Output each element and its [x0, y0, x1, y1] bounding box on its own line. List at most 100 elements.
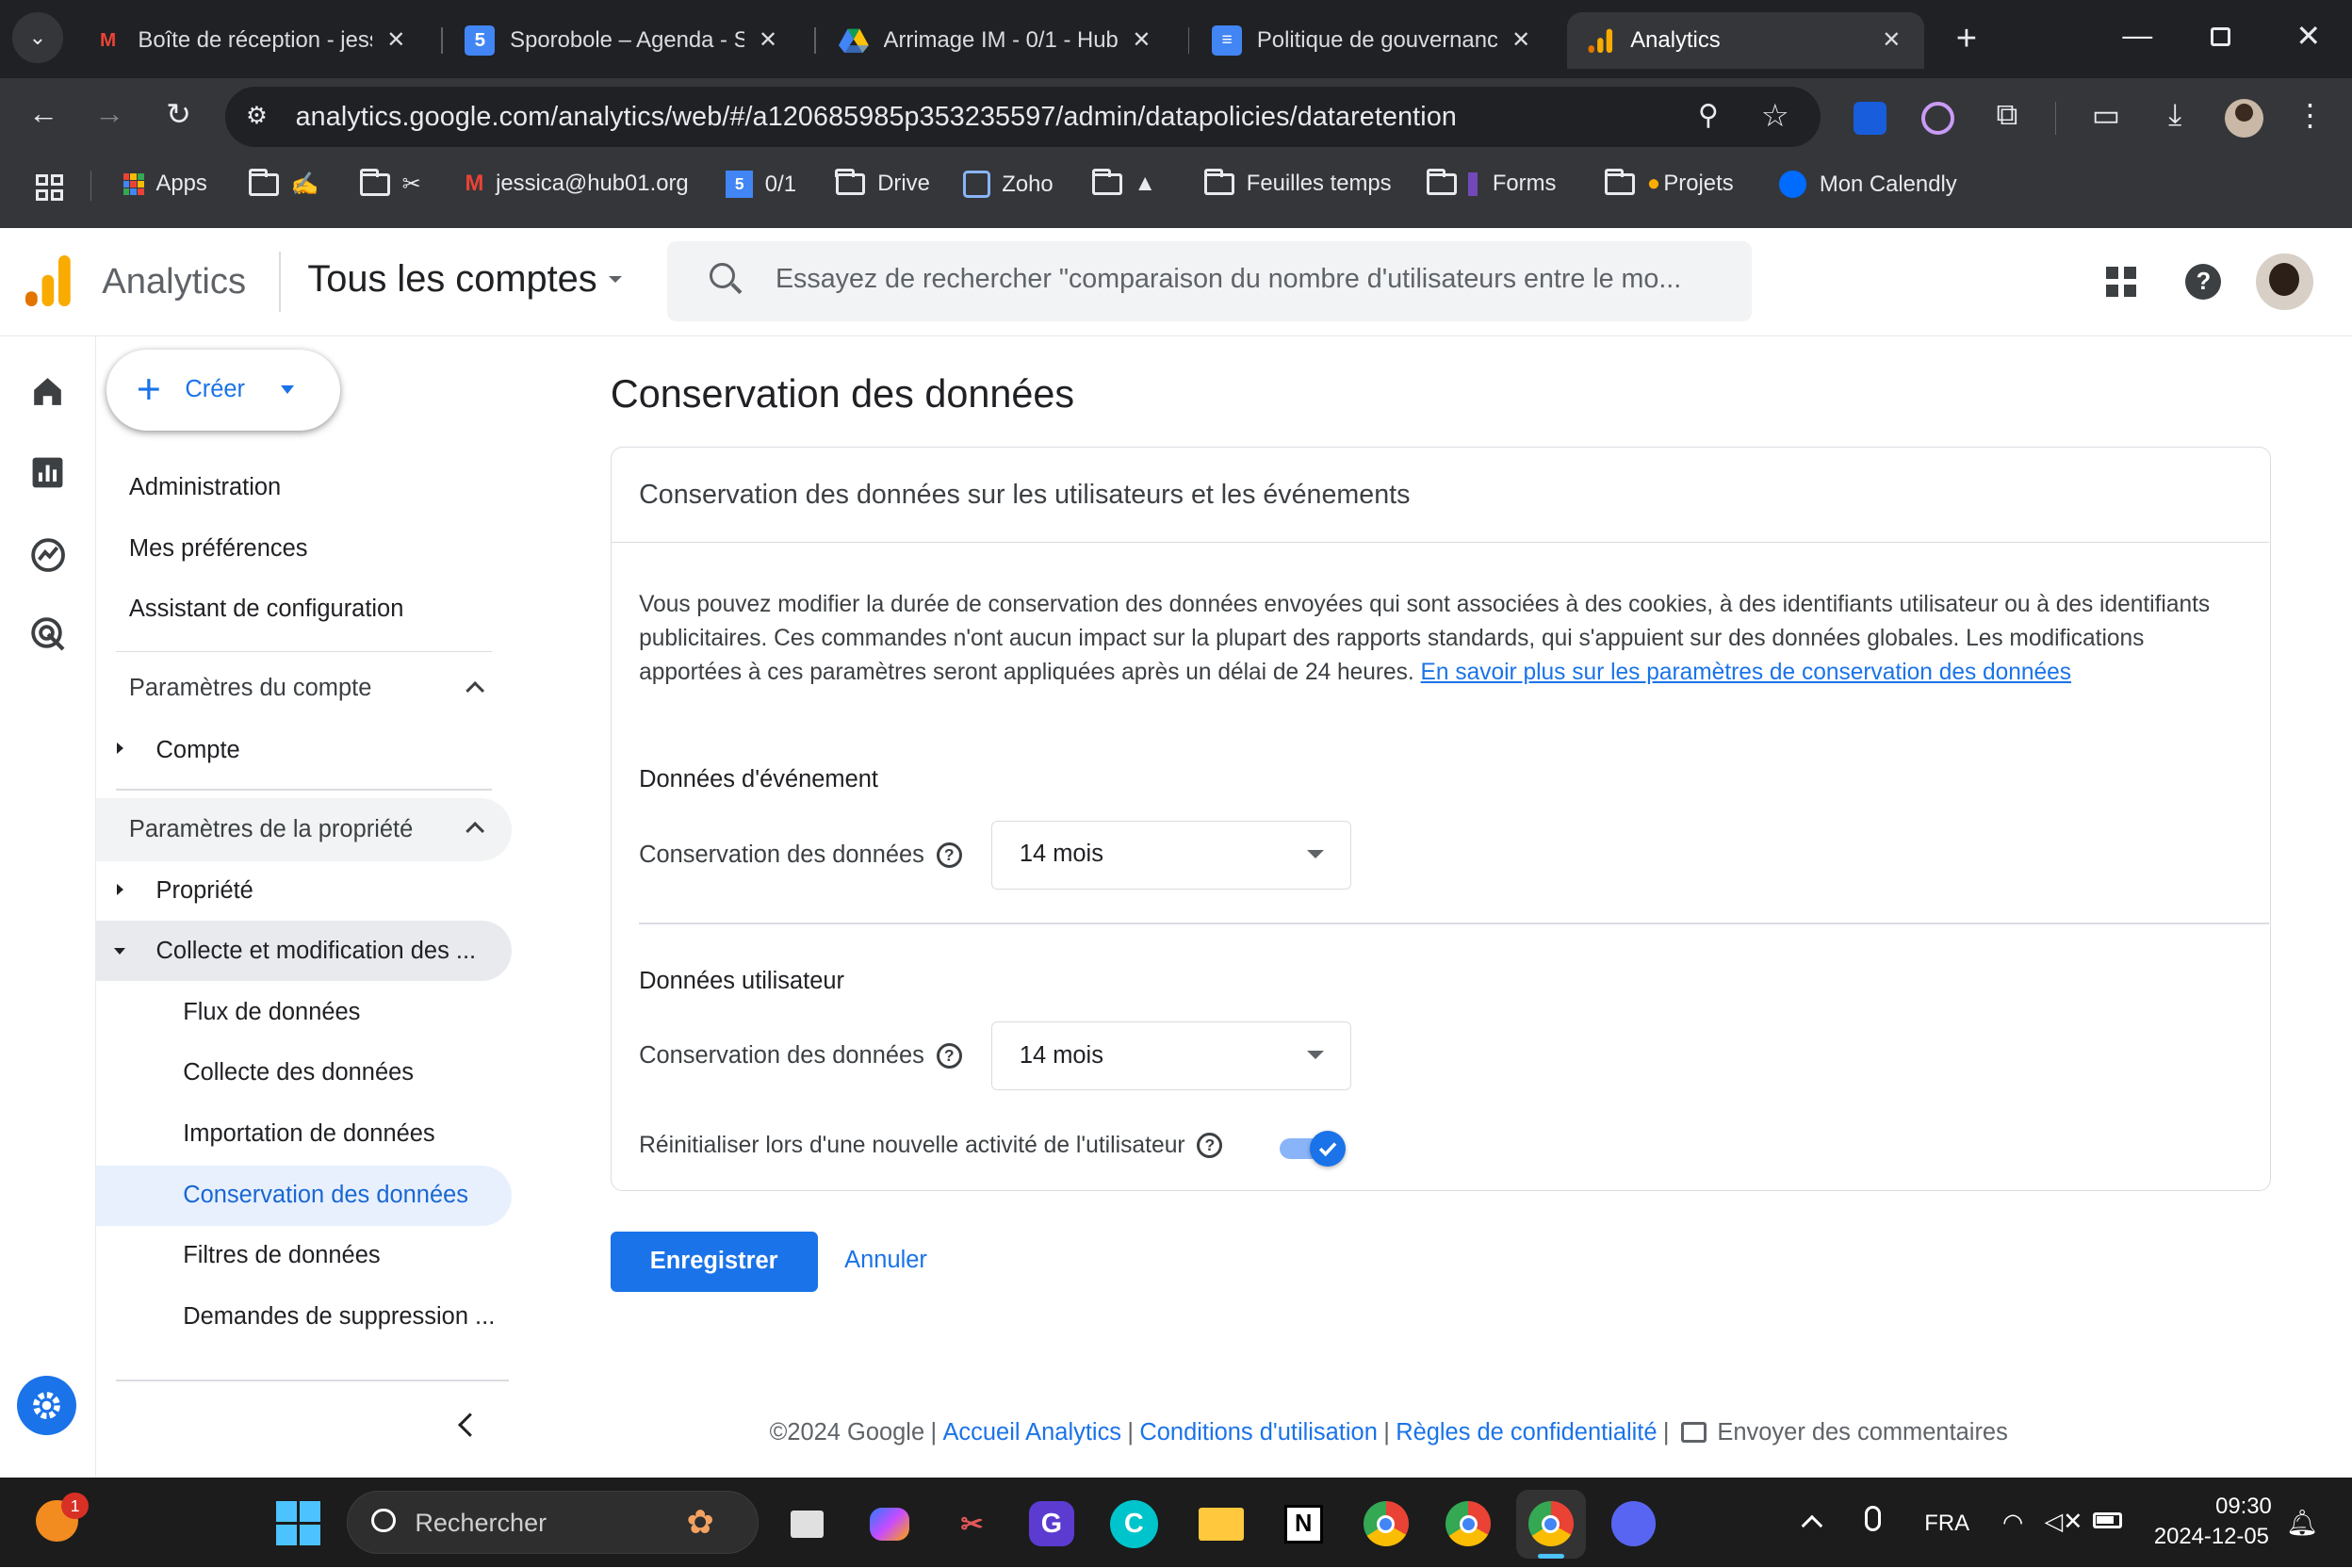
browser-tab-drive[interactable]: Arrimage IM - 0/1 - Hub ✕ [821, 12, 1175, 69]
sidebar-item-setup-assistant[interactable]: Assistant de configuration [129, 596, 403, 623]
cast-icon[interactable]: ▭ [2088, 97, 2124, 133]
sidebar-item-data-import[interactable]: Importation de données [183, 1120, 434, 1148]
discord-icon[interactable] [1607, 1497, 1660, 1551]
notion-icon[interactable]: N [1277, 1497, 1331, 1551]
sidebar-item-data-streams[interactable]: Flux de données [183, 999, 360, 1026]
save-button[interactable]: Enregistrer [610, 1231, 818, 1292]
analytics-logo-icon[interactable] [25, 254, 71, 313]
extensions-icon[interactable]: ⧉ [1989, 97, 2025, 133]
event-retention-select[interactable]: 14 mois [991, 820, 1352, 890]
site-info-icon[interactable]: ⚙ [246, 102, 268, 130]
chevron-up-icon[interactable] [465, 680, 484, 701]
bookmark-forms[interactable]: Forms [1426, 168, 1556, 197]
bookmark-folder-1[interactable]: ✍ [249, 169, 319, 198]
footer-link-privacy[interactable]: Règles de confidentialité [1396, 1419, 1657, 1446]
bookmark-calendar[interactable]: 5 0/1 [726, 171, 796, 199]
clock-time[interactable]: 09:30 [2215, 1494, 2272, 1520]
user-avatar[interactable] [2256, 253, 2313, 311]
file-explorer-icon[interactable] [1194, 1497, 1248, 1551]
sidebar-item-preferences[interactable]: Mes préférences [129, 535, 308, 563]
browser-tab-gmail[interactable]: M Boîte de réception - jessica@hub01.org… [75, 12, 430, 69]
close-tab-icon[interactable]: ✕ [1506, 26, 1536, 54]
sidebar-item-account[interactable]: Compte [156, 737, 240, 764]
extension-bitwarden-icon[interactable] [1854, 102, 1887, 136]
bookmark-calendly[interactable]: Mon Calendly [1778, 171, 1957, 199]
wifi-icon[interactable]: ◠ [2002, 1509, 2023, 1537]
reload-icon[interactable]: ↻ [159, 96, 198, 132]
chrome-icon[interactable] [1359, 1497, 1413, 1551]
volume-muted-icon[interactable]: ◁✕ [2045, 1508, 2083, 1536]
footer-link-home[interactable]: Accueil Analytics [942, 1419, 1121, 1446]
bookmark-apps[interactable]: Apps [122, 171, 207, 197]
snipping-tool-icon[interactable]: ✂ [945, 1497, 999, 1551]
sidebar-item-property[interactable]: Propriété [156, 877, 253, 905]
reports-icon[interactable] [31, 456, 64, 496]
sidebar-item-deletion-requests[interactable]: Demandes de suppression ... [183, 1303, 495, 1331]
sidebar-item-data-retention[interactable]: Conservation des données [183, 1182, 468, 1209]
close-tab-icon[interactable]: ✕ [753, 26, 783, 54]
sidebar-item-data-collection[interactable]: Collecte des données [183, 1059, 414, 1086]
help-icon[interactable]: ? [936, 841, 962, 868]
chrome-active-icon[interactable] [1516, 1489, 1586, 1559]
help-icon[interactable]: ? [1197, 1133, 1223, 1159]
start-button[interactable] [275, 1501, 320, 1545]
reset-on-activity-toggle[interactable] [1279, 1131, 1346, 1168]
clock-date[interactable]: 2024-12-05 [2154, 1524, 2269, 1550]
bookmark-projets[interactable]: ● Projets [1605, 168, 1734, 197]
sidebar-item-data-collection-modification[interactable]: Collecte et modification des ... [156, 938, 477, 965]
cancel-button[interactable]: Annuler [844, 1247, 927, 1274]
address-bar[interactable]: ⚙ analytics.google.com/analytics/web/#/a… [224, 87, 1821, 147]
create-button[interactable]: + Créer [106, 349, 341, 431]
minimize-icon[interactable]: — [2118, 18, 2157, 53]
sidebar-item-administration[interactable]: Administration [129, 474, 281, 501]
explore-icon[interactable] [30, 537, 66, 580]
canva-icon[interactable]: C [1109, 1499, 1158, 1548]
copilot-icon[interactable] [862, 1497, 916, 1551]
advertising-icon[interactable] [30, 616, 66, 659]
learn-more-link[interactable]: En savoir plus sur les paramètres de con… [1421, 660, 2071, 685]
footer-feedback-link[interactable]: Envoyer des commentaires [1717, 1419, 2007, 1446]
taskbar-search[interactable]: Rechercher ✿ [346, 1491, 760, 1555]
notifications-icon[interactable]: 🔔︎ [2286, 1508, 2318, 1538]
bookmark-star-icon[interactable]: ☆ [1761, 97, 1789, 135]
admin-settings-icon[interactable] [16, 1375, 77, 1436]
back-icon[interactable]: ← [24, 96, 62, 131]
microphone-icon[interactable] [1864, 1506, 1882, 1532]
apps-grid-icon[interactable] [2105, 267, 2136, 298]
new-tab-button[interactable]: + [1947, 18, 1985, 59]
forward-icon[interactable]: → [90, 96, 129, 131]
search-input[interactable]: Essayez de rechercher "comparaison du no… [667, 241, 1753, 321]
task-view-icon[interactable] [780, 1497, 834, 1551]
collapse-sidebar-icon[interactable] [458, 1413, 482, 1436]
close-tab-icon[interactable]: ✕ [381, 26, 411, 54]
close-tab-icon[interactable]: ✕ [1876, 26, 1906, 54]
sidebar-section-property-settings[interactable]: Paramètres de la propriété [129, 816, 413, 843]
help-icon[interactable]: ? [936, 1043, 962, 1070]
zoom-icon[interactable]: ⚲ [1698, 99, 1719, 132]
user-retention-select[interactable]: 14 mois [991, 1021, 1352, 1091]
browser-tab-agenda[interactable]: 5 Sporobole – Agenda - S ✕ [447, 12, 801, 69]
language-indicator[interactable]: FRA [1924, 1511, 1969, 1537]
download-icon[interactable]: ⤓ [2157, 97, 2193, 133]
account-selector[interactable]: Tous les comptes [307, 258, 623, 301]
close-window-icon[interactable]: ✕ [2289, 18, 2328, 54]
profile-avatar[interactable] [2224, 99, 2263, 139]
battery-icon[interactable] [2092, 1511, 2123, 1529]
bookmark-gmail[interactable]: Mjessica@hub01.org [465, 171, 688, 197]
home-icon[interactable] [31, 375, 64, 415]
bookmark-zoho[interactable]: Zoho [962, 171, 1054, 199]
bookmark-feuilles-temps[interactable]: Feuilles temps [1204, 168, 1392, 197]
restore-icon[interactable] [2211, 26, 2230, 47]
menu-kebab-icon[interactable]: ⋮ [2295, 97, 2325, 133]
browser-tab-docs[interactable]: ≡ Politique de gouvernance ✕ [1194, 12, 1554, 69]
browser-tab-analytics[interactable]: Analytics ✕ [1567, 11, 1925, 70]
bookmark-folder-2[interactable]: ✂ [359, 169, 421, 198]
sidebar-item-data-filters[interactable]: Filtres de données [183, 1242, 380, 1269]
chrome-profile-icon[interactable] [1442, 1497, 1495, 1551]
tab-search-button[interactable]: ⌄ [11, 11, 63, 63]
bookmark-drive[interactable]: Drive [835, 168, 930, 197]
grammarly-app-icon[interactable]: G [1028, 1501, 1074, 1547]
close-tab-icon[interactable]: ✕ [1126, 26, 1156, 54]
sidebar-section-account-settings[interactable]: Paramètres du compte [129, 675, 371, 702]
apps-grid-icon[interactable] [36, 173, 63, 202]
